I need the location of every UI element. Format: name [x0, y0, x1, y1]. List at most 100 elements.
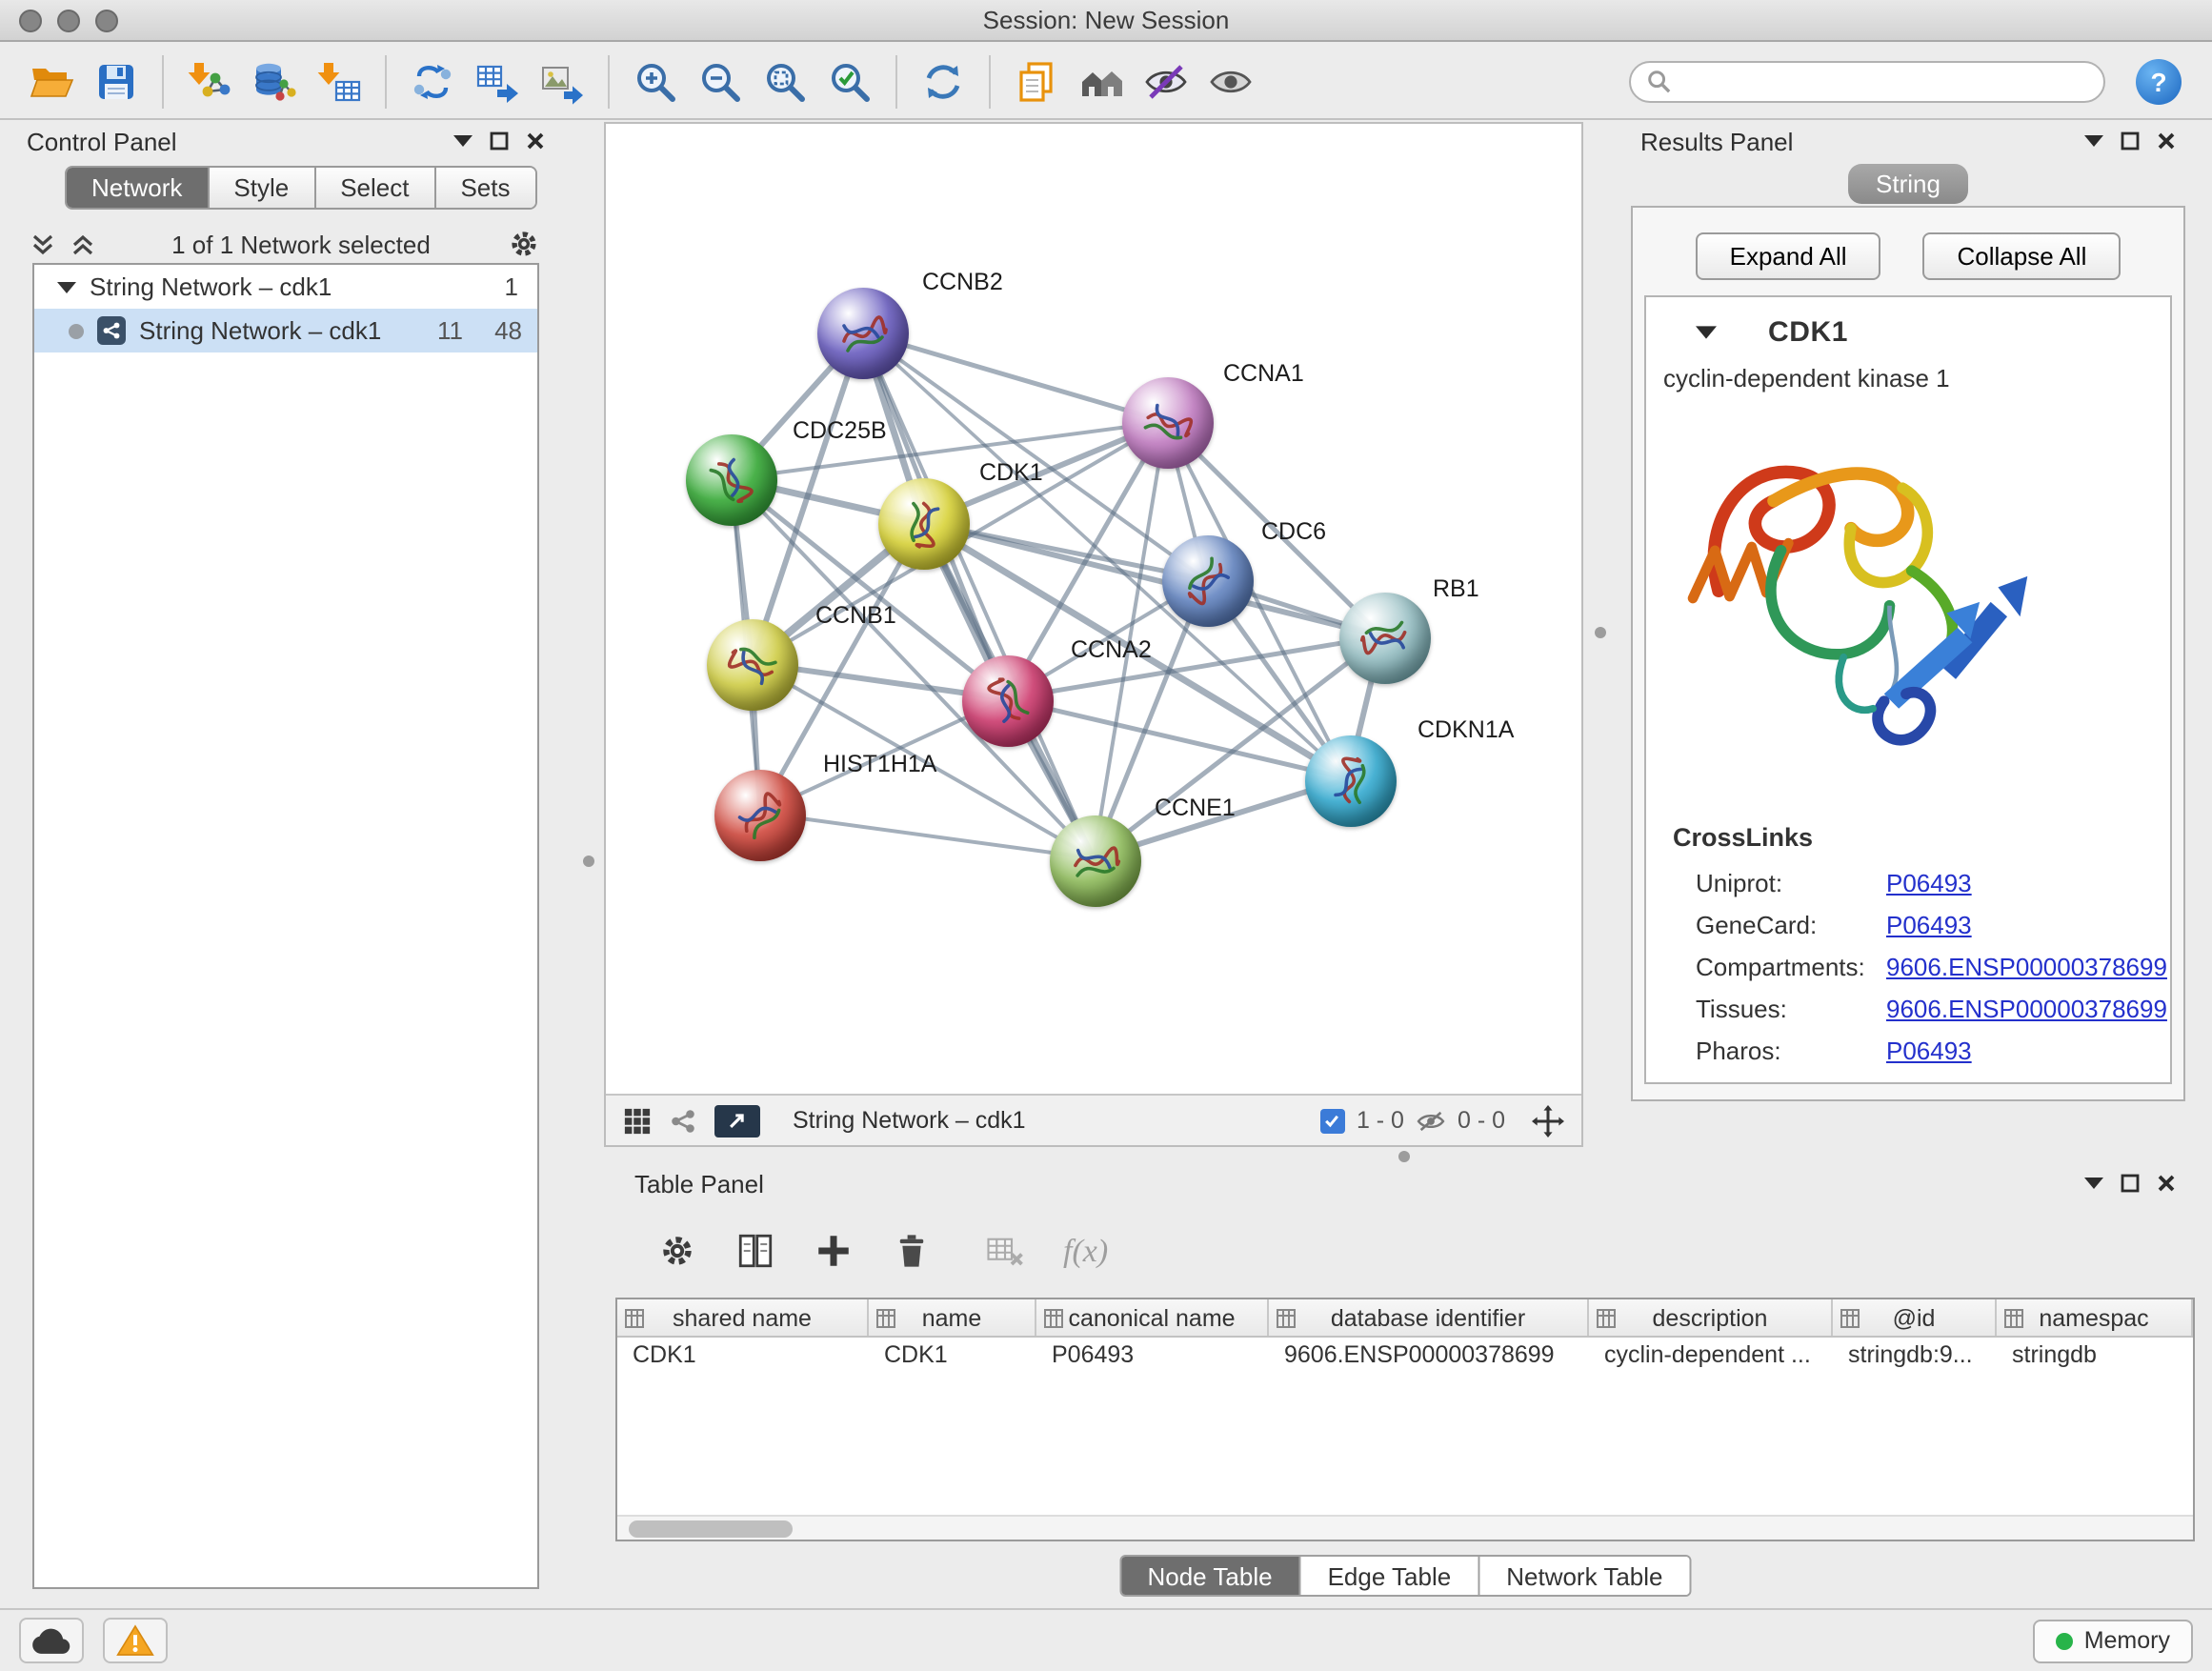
section-collapse-caret-icon[interactable] [1696, 326, 1717, 339]
network-node-CDKN1A[interactable] [1305, 735, 1397, 827]
crosslink-uniprot[interactable]: P06493 [1886, 868, 1972, 896]
tab-select[interactable]: Select [315, 168, 435, 208]
network-node-CCNA1[interactable] [1122, 377, 1214, 469]
export-image-button[interactable] [533, 52, 591, 110]
memory-button[interactable]: Memory [2033, 1619, 2193, 1662]
close-window-button[interactable] [19, 10, 42, 32]
tab-node-table[interactable]: Node Table [1120, 1557, 1300, 1595]
network-edge-CCNB2-CCNA1[interactable] [862, 332, 1166, 422]
string-home-button[interactable] [1073, 52, 1130, 110]
network-node-HIST1H1A[interactable] [714, 770, 806, 861]
import-table-button[interactable] [311, 52, 368, 110]
cloud-button[interactable] [19, 1618, 84, 1663]
panel-menu-caret-icon[interactable] [2084, 135, 2103, 147]
delete-column-icon[interactable] [892, 1231, 932, 1271]
save-session-button[interactable] [88, 52, 145, 110]
column-header-database-identifier[interactable]: database identifier [1269, 1299, 1589, 1336]
export-table-button[interactable] [469, 52, 526, 110]
network-node-CDC25B[interactable] [686, 434, 777, 526]
horizontal-scrollbar[interactable] [617, 1515, 2193, 1540]
clone-network-button[interactable] [404, 52, 461, 110]
tab-sets[interactable]: Sets [435, 168, 534, 208]
network-row-selected[interactable]: String Network – cdk1 11 48 [34, 309, 537, 352]
crosslink-tissues[interactable]: 9606.ENSP00000378699 [1886, 994, 2167, 1022]
search-input[interactable] [1680, 68, 2088, 94]
cell-description[interactable]: cyclin-dependent ... [1589, 1338, 1833, 1374]
column-header-id[interactable]: @id [1833, 1299, 1997, 1336]
string-results-tab[interactable]: String [1847, 164, 1969, 204]
copy-button[interactable] [1008, 52, 1065, 110]
minimize-window-button[interactable] [57, 10, 80, 32]
network-edge-HIST1H1A-CCNE1[interactable] [759, 813, 1094, 858]
tab-network-table[interactable]: Network Table [1479, 1557, 1689, 1595]
zoom-out-button[interactable] [692, 52, 749, 110]
cell-shared-name[interactable]: CDK1 [617, 1338, 869, 1374]
network-node-CCNB1[interactable] [707, 619, 798, 711]
navigation-crosshair-icon[interactable] [1532, 1104, 1564, 1137]
tab-network[interactable]: Network [67, 168, 209, 208]
zoom-selected-button[interactable] [821, 52, 878, 110]
close-panel-icon[interactable] [2157, 131, 2176, 151]
import-network-file-button[interactable] [181, 52, 238, 110]
cell-id[interactable]: stringdb:9... [1833, 1338, 1997, 1374]
zoom-in-button[interactable] [627, 52, 684, 110]
crosslink-pharos[interactable]: P06493 [1886, 1036, 1972, 1064]
open-in-string-button[interactable] [714, 1104, 760, 1137]
maximize-window-button[interactable] [95, 10, 118, 32]
network-node-RB1[interactable] [1339, 593, 1431, 684]
panel-menu-caret-icon[interactable] [453, 135, 473, 147]
open-session-button[interactable] [23, 52, 80, 110]
cell-name[interactable]: CDK1 [869, 1338, 1036, 1374]
float-panel-icon[interactable] [490, 131, 509, 151]
table-gear-icon[interactable] [657, 1231, 697, 1271]
grid-view-icon[interactable] [623, 1106, 652, 1135]
refresh-button[interactable] [915, 52, 972, 110]
column-header-canonical-name[interactable]: canonical name [1036, 1299, 1269, 1336]
gear-icon[interactable] [507, 227, 541, 261]
function-builder-button[interactable]: f(x) [1063, 1232, 1108, 1270]
add-column-icon[interactable] [814, 1231, 854, 1271]
column-header-namespace[interactable]: namespac [1997, 1299, 2193, 1336]
network-collection-row[interactable]: String Network – cdk1 1 [34, 265, 537, 309]
effects-off-button[interactable] [1137, 52, 1195, 110]
network-node-CDK1[interactable] [878, 478, 970, 570]
network-node-CCNB2[interactable] [817, 288, 909, 379]
import-network-database-button[interactable] [246, 52, 303, 110]
cell-namespace[interactable]: stringdb [1997, 1338, 2193, 1374]
network-node-CDC6[interactable] [1162, 535, 1254, 627]
share-network-icon[interactable] [669, 1106, 697, 1135]
cell-canonical-name[interactable]: P06493 [1036, 1338, 1269, 1374]
network-node-CCNE1[interactable] [1050, 815, 1141, 907]
panel-menu-caret-icon[interactable] [2084, 1178, 2103, 1189]
bottom-splitter-handle[interactable] [1398, 1151, 1410, 1162]
tab-style[interactable]: Style [209, 168, 315, 208]
column-header-shared-name[interactable]: shared name [617, 1299, 869, 1336]
collapse-all-button[interactable]: Collapse All [1923, 232, 2122, 280]
delete-table-icon[interactable] [985, 1231, 1025, 1271]
float-panel-icon[interactable] [2121, 1174, 2140, 1193]
selected-checkbox-icon[interactable] [1320, 1108, 1345, 1133]
right-splitter-handle[interactable] [1595, 627, 1606, 638]
tab-edge-table[interactable]: Edge Table [1301, 1557, 1480, 1595]
column-header-description[interactable]: description [1589, 1299, 1833, 1336]
crosslink-compartments[interactable]: 9606.ENSP00000378699 [1886, 952, 2167, 980]
hidden-eye-slash-icon[interactable] [1416, 1108, 1446, 1133]
help-button[interactable]: ? [2136, 58, 2182, 104]
close-panel-icon[interactable] [2157, 1174, 2176, 1193]
close-panel-icon[interactable] [526, 131, 545, 151]
collapse-all-icon[interactable] [70, 232, 95, 256]
effects-on-button[interactable] [1202, 52, 1259, 110]
scrollbar-thumb[interactable] [629, 1520, 793, 1538]
cell-database-identifier[interactable]: 9606.ENSP00000378699 [1269, 1338, 1589, 1374]
table-row[interactable]: CDK1 CDK1 P06493 9606.ENSP00000378699 cy… [617, 1338, 2193, 1374]
crosslink-genecard[interactable]: P06493 [1886, 910, 1972, 938]
network-canvas[interactable]: CCNB2CCNA1CDC25BCDK1CDC6RB1CCNB1CCNA2CDK… [606, 124, 1581, 1094]
zoom-fit-button[interactable] [756, 52, 814, 110]
expand-all-icon[interactable] [30, 232, 55, 256]
warnings-button[interactable] [103, 1618, 168, 1663]
network-edge-CCNB2-CCNE1[interactable] [862, 332, 1094, 858]
expand-all-button[interactable]: Expand All [1696, 232, 1881, 280]
float-panel-icon[interactable] [2121, 131, 2140, 151]
column-header-name[interactable]: name [869, 1299, 1036, 1336]
tree-expander-icon[interactable] [57, 281, 76, 292]
